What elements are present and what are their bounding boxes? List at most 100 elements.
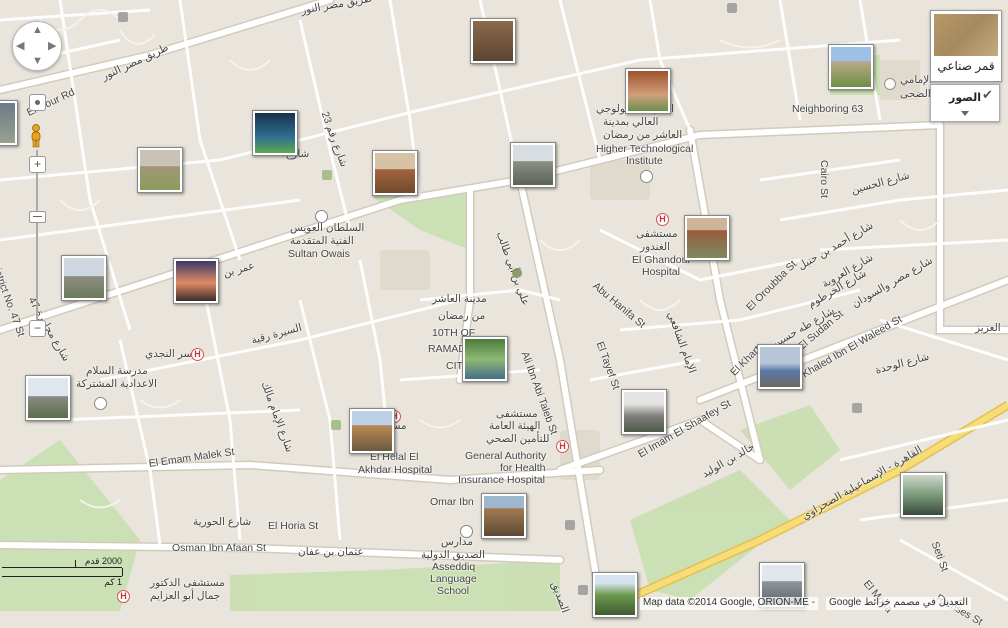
- place-marker-icon[interactable]: [322, 170, 332, 180]
- hospital-icon[interactable]: H: [191, 348, 204, 361]
- pegman-icon[interactable]: [28, 124, 44, 148]
- pan-right-icon[interactable]: ▶: [48, 39, 56, 52]
- place-marker-icon[interactable]: [331, 420, 341, 430]
- photo-thumbnail[interactable]: [510, 142, 556, 188]
- photo-thumbnail[interactable]: [592, 572, 638, 618]
- map-label-asseddiq-ar1: مدارس: [441, 536, 473, 548]
- map-label-insurance-ar3: للتأمين الصحي: [486, 433, 550, 445]
- school-icon[interactable]: [640, 170, 653, 183]
- place-marker-icon[interactable]: [512, 268, 522, 278]
- scale-bar: [2, 560, 123, 577]
- map-label-sultan-ar2: الفنية المتقدمة: [290, 235, 354, 247]
- photo-thumbnail[interactable]: [372, 150, 418, 196]
- place-marker-icon[interactable]: [852, 403, 862, 413]
- hospital-icon[interactable]: H: [556, 440, 569, 453]
- photos-label: الصور: [949, 92, 981, 104]
- map-label-school-ar2: الاعدادية المشتركة: [76, 378, 157, 390]
- photo-thumbnail[interactable]: [349, 408, 395, 454]
- map-label-ghandour-en1: El Ghandour: [632, 254, 691, 266]
- photo-thumbnail[interactable]: [828, 44, 874, 90]
- map-label-ghandour-en2: Hospital: [642, 266, 680, 278]
- photo-thumbnail[interactable]: [481, 493, 527, 539]
- place-marker-icon[interactable]: [578, 585, 588, 595]
- map-label-doha: الضحى: [900, 88, 931, 100]
- map-label-neighboring-63: Neighboring 63: [792, 103, 864, 115]
- photo-thumbnail[interactable]: [0, 100, 18, 146]
- map-label-sultan-en: Sultan Owais: [288, 248, 350, 260]
- map-label-sultan-ar1: السلطان العويس: [290, 222, 365, 234]
- photo-thumbnail[interactable]: [625, 68, 671, 114]
- report-map-error-text[interactable]: التعديل في مصمم خرائط Google: [829, 597, 968, 608]
- scale-km-label: 1 كم: [104, 577, 122, 587]
- photo-thumbnail[interactable]: [621, 389, 667, 435]
- map-label-asseddiq-ar2: الصديق الدولية: [421, 549, 486, 561]
- map-label-doctor-ar1: مستشفى الدكتور: [150, 577, 225, 589]
- place-marker-icon[interactable]: [565, 520, 575, 530]
- map-label-asseddiq-en1: Asseddiq: [432, 561, 476, 573]
- map-label-hilal-en2: Akhdar Hospital: [358, 464, 433, 476]
- attribution-text: Map data ©2014 Google, ORION-ME: [643, 597, 809, 608]
- map-label-higher-tech-ar2: العالي بمدينة: [603, 116, 659, 128]
- map-label-higher-tech-en1: Higher Technological: [596, 143, 694, 155]
- map-label-asseddiq-en3: School: [437, 585, 470, 597]
- school-icon[interactable]: [460, 525, 473, 538]
- map-label-min-ramadan: من رمضان: [438, 310, 486, 322]
- school-icon[interactable]: [94, 397, 107, 410]
- photo-thumbnail[interactable]: [462, 336, 508, 382]
- map-label-insurance-ar2: الهيئة العامة: [489, 420, 541, 432]
- map-label-osman-en: Osman Ibn Afaan St: [172, 542, 266, 554]
- map-label-aziz: العزيز: [975, 322, 1001, 334]
- scale-feet-label: 2000 قدم: [84, 556, 122, 566]
- photos-layer-toggle[interactable]: الصور ✔: [930, 84, 1000, 122]
- map-label-insurance-en2: for Health: [500, 462, 546, 474]
- checkmark-icon: ✔: [982, 87, 993, 102]
- chevron-down-icon[interactable]: [961, 111, 969, 116]
- pan-up-icon[interactable]: ▲: [32, 24, 43, 36]
- zoom-in-button[interactable]: +: [29, 156, 46, 173]
- photo-thumbnail[interactable]: [900, 472, 946, 518]
- map-label-insurance-en3: Insurance Hospital: [458, 474, 545, 486]
- map-label-insurance-en1: General Authority: [465, 450, 547, 462]
- map-label-osman-ar: عثمان بن عفان: [298, 546, 364, 558]
- hospital-icon[interactable]: H: [656, 213, 669, 226]
- map-label-higher-tech-ar3: العاشر من رمضان: [603, 129, 683, 141]
- zoom-slider-track[interactable]: [36, 150, 38, 320]
- map-label-doctor-ar2: جمال أبو العزايم: [150, 590, 221, 602]
- hospital-icon[interactable]: H: [117, 590, 130, 603]
- map-label-omar-ibn: Omar Ibn: [430, 496, 474, 508]
- photo-thumbnail[interactable]: [684, 215, 730, 261]
- satellite-label: قمر صناعي: [937, 59, 995, 73]
- map-label-madinat-10: مدينة العاشر: [432, 293, 487, 305]
- photo-thumbnail[interactable]: [61, 255, 107, 301]
- map-scale: 2000 قدم 1 كم: [2, 556, 123, 588]
- satellite-preview-image: [934, 14, 998, 56]
- pan-down-icon[interactable]: ▼: [32, 55, 43, 67]
- map-label-horeya-ar: شارع الحورية: [193, 516, 252, 528]
- location-dot-icon[interactable]: [29, 94, 46, 111]
- map-label-higher-tech-en2: Institute: [626, 155, 663, 167]
- map-label-asseddiq-en2: Language: [430, 573, 477, 585]
- photo-thumbnail[interactable]: [470, 18, 516, 64]
- place-marker-icon[interactable]: [727, 3, 737, 13]
- photo-thumbnail[interactable]: [25, 375, 71, 421]
- map-data-attribution: Map data ©2014 Google, ORION-ME -: [640, 597, 818, 610]
- school-icon[interactable]: [315, 210, 328, 223]
- pan-left-icon[interactable]: ◀: [16, 39, 24, 52]
- map-label-imami: الإمامي: [900, 74, 933, 86]
- map-label-insurance-ar1: مستشفى: [496, 408, 538, 420]
- zoom-slider-handle[interactable]: [29, 211, 46, 223]
- attribution-separator: -: [811, 597, 815, 608]
- place-marker-icon[interactable]: [884, 78, 896, 90]
- photo-thumbnail[interactable]: [137, 147, 183, 193]
- photo-thumbnail[interactable]: [252, 110, 298, 156]
- photo-thumbnail[interactable]: [757, 344, 803, 390]
- photo-thumbnail[interactable]: [173, 258, 219, 304]
- map-label-cairo-st: Cairo St: [818, 160, 830, 198]
- zoom-out-button[interactable]: −: [29, 320, 46, 337]
- place-marker-icon[interactable]: [118, 12, 128, 22]
- map-label-school-ar1: مدرسة السلام: [86, 365, 148, 377]
- report-map-error-link[interactable]: التعديل في مصمم خرائط Google: [826, 597, 971, 610]
- satellite-map-type-button[interactable]: قمر صناعي: [930, 10, 1002, 82]
- pan-control[interactable]: ▲ ▼ ◀ ▶: [12, 21, 62, 71]
- map-label-horeya-en: El Horia St: [268, 520, 319, 532]
